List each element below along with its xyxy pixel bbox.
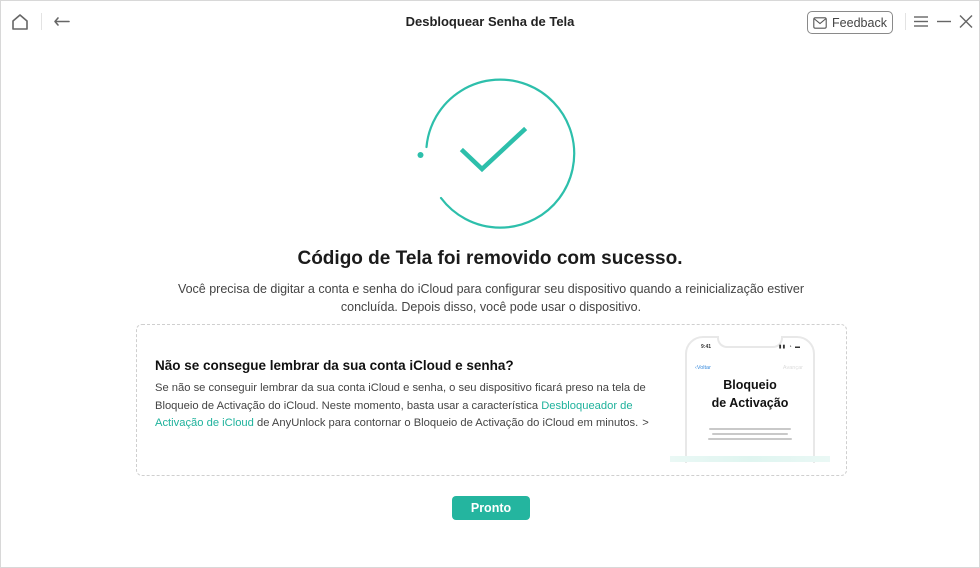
card-body-text-end: de AnyUnlock para contornar o Bloqueio d… (253, 417, 639, 429)
phone-frame: 9:41 ▮▮ ◔ ▬ ‹Voltar Avançar Bloqueio de … (685, 336, 815, 463)
feedback-label: Feedback (832, 15, 887, 30)
checkmark-circle-icon (417, 78, 576, 229)
title-bar: Desbloquear Senha de Tela Feedback (1, 1, 979, 43)
icloud-help-card: Não se consegue lembrar da sua conta iCl… (136, 324, 847, 476)
card-body: Se não se conseguir lembrar da sua conta… (155, 380, 670, 433)
activation-lock-illustration: 9:41 ▮▮ ◔ ▬ ‹Voltar Avançar Bloqueio de … (670, 333, 830, 463)
more-arrow-link[interactable]: > (642, 417, 649, 429)
mail-icon (813, 16, 827, 29)
close-icon (959, 15, 973, 28)
hamburger-menu-icon (914, 16, 928, 27)
minimize-button[interactable] (936, 13, 952, 30)
phone-base-shadow (670, 456, 830, 462)
phone-title: Bloqueio de Activação (711, 378, 789, 410)
app-window: Desbloquear Senha de Tela Feedback Códig… (0, 0, 980, 568)
phone-notch (717, 336, 783, 348)
success-headline: Código de Tela foi removido com sucesso. (297, 248, 683, 269)
phone-body-text (705, 428, 795, 443)
phone-next-label: Avançar (782, 365, 803, 371)
success-description: Você precisa de digitar a conta e senha … (177, 282, 805, 314)
feedback-button[interactable]: Feedback (807, 11, 893, 34)
phone-back-label: ‹Voltar (695, 365, 711, 371)
menu-button[interactable] (913, 13, 929, 30)
minimize-icon (937, 20, 951, 23)
card-title: Não se consegue lembrar da sua conta iCl… (155, 358, 514, 373)
phone-status-icons: ▮▮ ◔ ▬ (778, 344, 801, 350)
close-button[interactable] (958, 13, 974, 30)
titlebar-divider-right (905, 13, 906, 30)
done-button[interactable]: Pronto (452, 496, 530, 520)
phone-time: 9:41 (701, 344, 712, 350)
